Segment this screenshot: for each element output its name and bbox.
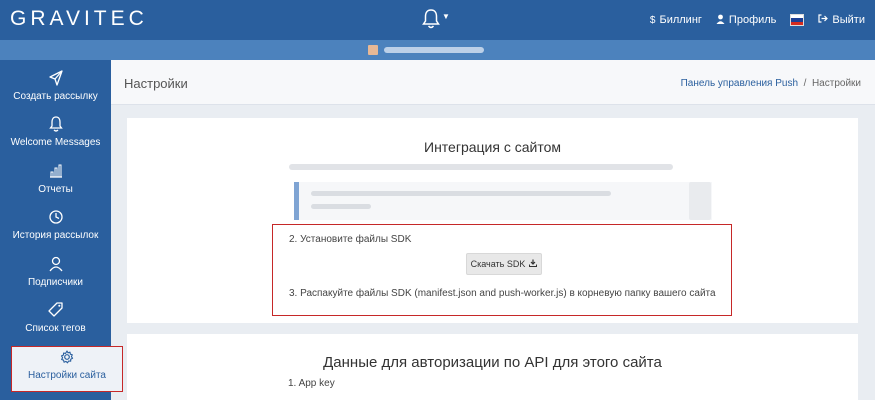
- top-navbar: GRAVITEC ▼ $ Биллинг Профиль Выйти: [0, 0, 875, 40]
- logo[interactable]: GRAVITEC: [10, 7, 148, 31]
- bell-icon: [48, 116, 63, 132]
- sidebar-item-label: Список тегов: [25, 323, 86, 334]
- sidebar-item-label: Настройки сайта: [28, 370, 106, 381]
- profile-label: Профиль: [728, 14, 777, 26]
- site-url-blur: [384, 47, 484, 53]
- paper-plane-icon: [48, 70, 63, 86]
- sidebar-item-label: Welcome Messages: [10, 137, 101, 148]
- step-install-sdk: 2. Установите файлы SDK: [289, 234, 412, 245]
- download-icon: [529, 259, 538, 269]
- sidebar-item-welcome-messages[interactable]: Welcome Messages: [0, 114, 111, 160]
- users-icon: [48, 256, 63, 272]
- logout-label: Выйти: [832, 14, 865, 26]
- download-sdk-button[interactable]: Скачать SDK: [466, 253, 542, 275]
- code-snippet-box[interactable]: [294, 182, 712, 220]
- breadcrumb-link-dashboard[interactable]: Панель управления Push: [681, 78, 798, 89]
- sidebar: Создать рассылку Welcome Messages Отчеты…: [0, 60, 123, 400]
- profile-link[interactable]: Профиль: [716, 14, 777, 27]
- site-favicon: [368, 45, 378, 55]
- bar-chart-icon: [49, 164, 62, 178]
- integration-title: Интеграция с сайтом: [424, 139, 561, 155]
- api-credentials-card: Данные для авторизации по API для этого …: [127, 334, 858, 400]
- redacted-text: [289, 164, 673, 170]
- user-icon: [716, 14, 725, 27]
- gear-icon: [60, 350, 74, 364]
- site-name-redacted: [368, 45, 484, 55]
- sidebar-item-tags[interactable]: Список тегов: [0, 300, 111, 346]
- sdk-install-steps: 2. Установите файлы SDK Скачать SDK 3. Р…: [272, 224, 732, 316]
- sidebar-item-label: Отчеты: [38, 184, 73, 195]
- sidebar-item-history[interactable]: История рассылок: [0, 207, 111, 253]
- app-key-label: 1. App key: [288, 378, 335, 389]
- billing-link[interactable]: $ Биллинг: [650, 14, 702, 26]
- notifications-dropdown[interactable]: ▼: [422, 8, 450, 32]
- clock-icon: [48, 210, 63, 224]
- sidebar-item-subscribers[interactable]: Подписчики: [0, 254, 111, 300]
- bell-icon: [422, 9, 440, 29]
- sidebar-item-label: История рассылок: [12, 230, 99, 241]
- billing-label: Биллинг: [659, 14, 702, 26]
- api-title: Данные для авторизации по API для этого …: [323, 354, 662, 371]
- tag-icon: [47, 302, 63, 317]
- chevron-down-icon: ▼: [442, 12, 450, 21]
- sidebar-item-label: Подписчики: [27, 277, 83, 288]
- sidebar-item-reports[interactable]: Отчеты: [0, 161, 111, 207]
- page-title: Настройки: [124, 76, 188, 91]
- integration-card: Интеграция с сайтом 2. Установите файлы …: [127, 118, 858, 323]
- breadcrumb-separator: /: [803, 78, 807, 89]
- copy-code-button[interactable]: [689, 182, 711, 220]
- download-sdk-label: Скачать SDK: [470, 259, 526, 269]
- redacted-code-line: [311, 191, 611, 196]
- logout-link[interactable]: Выйти: [818, 14, 865, 26]
- redacted-code-line: [311, 204, 371, 209]
- content-header: Настройки Панель управления Push / Настр…: [111, 60, 875, 105]
- sign-out-icon: [818, 14, 829, 26]
- sidebar-item-label: Создать рассылку: [13, 91, 98, 102]
- site-selector-bar[interactable]: [0, 40, 875, 60]
- sidebar-item-site-settings[interactable]: Настройки сайта: [11, 346, 123, 392]
- dollar-icon: $: [649, 14, 656, 26]
- language-flag-icon[interactable]: [790, 14, 805, 26]
- breadcrumb: Панель управления Push / Настройки: [681, 78, 861, 89]
- sidebar-item-create-campaign[interactable]: Создать рассылку: [0, 68, 111, 114]
- breadcrumb-current: Настройки: [811, 78, 861, 89]
- step-unpack-sdk: 3. Распакуйте файлы SDK (manifest.json a…: [289, 288, 716, 299]
